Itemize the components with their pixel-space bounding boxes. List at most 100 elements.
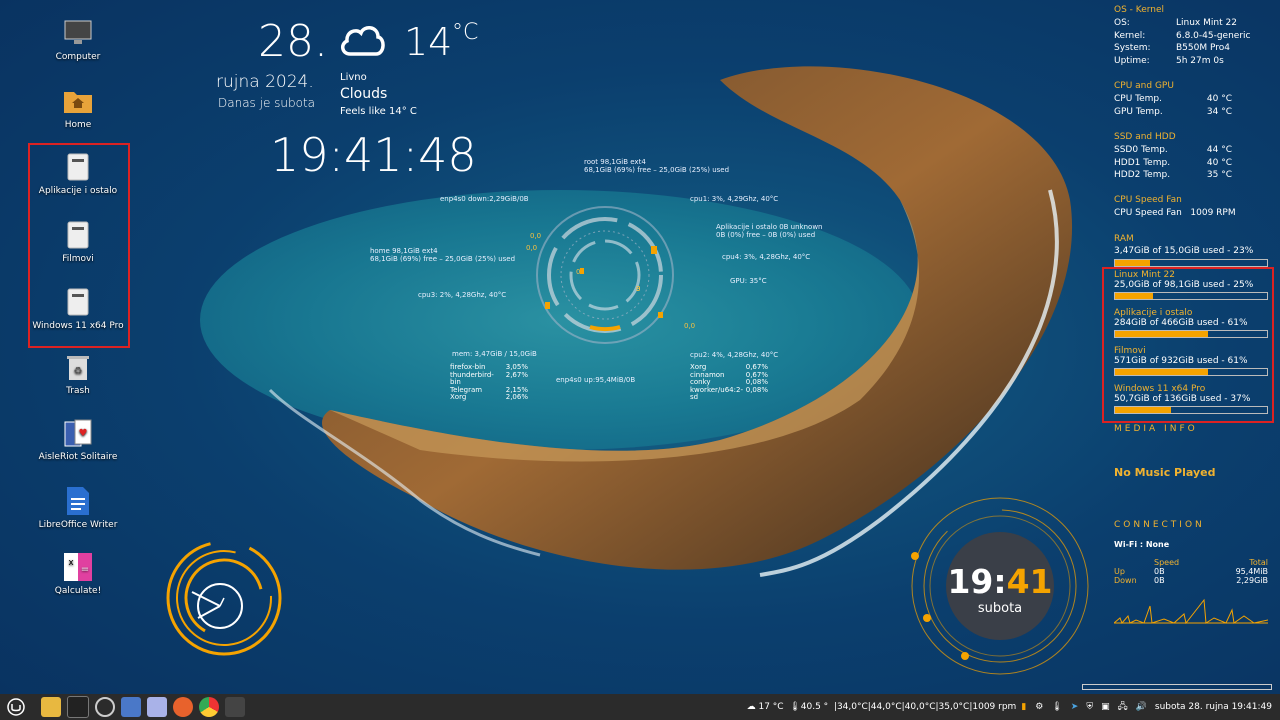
ssd-row: HDD2 Temp. 35 °C xyxy=(1114,170,1232,181)
cpu-row: CPU Temp. 40 °C xyxy=(1114,94,1232,104)
cloud-icon xyxy=(338,22,386,58)
firefox-icon[interactable] xyxy=(173,697,193,717)
taskbar-clock[interactable]: subota 28. rujna 19:41:49 xyxy=(1155,702,1272,712)
desktop-icon-label: LibreOffice Writer xyxy=(38,520,118,530)
files-icon[interactable] xyxy=(41,697,61,717)
tray-app-icon[interactable]: ▮ xyxy=(1021,702,1026,712)
computer-icon xyxy=(63,18,93,48)
wifi-status: Wi-Fi : None xyxy=(1114,540,1170,549)
desktop-icon-computer[interactable]: Computer xyxy=(30,18,126,62)
ssd-heading: SSD and HDD xyxy=(1114,132,1176,142)
system-ring-gauge xyxy=(536,206,674,344)
svg-text:=: = xyxy=(81,564,89,575)
process-row: Xorg 2,06% xyxy=(450,393,528,401)
tray-settings-icon[interactable]: ⚙ xyxy=(1035,702,1043,712)
os-row: System: B550M Pro4 xyxy=(1114,43,1230,54)
cpu2-label: cpu2: 4%, 4,28Ghz, 40°C xyxy=(690,351,779,359)
terminal-icon[interactable] xyxy=(67,696,89,718)
process-row: thunderbird-bin 2,67% xyxy=(450,370,528,386)
telegram-icon[interactable]: ➤ xyxy=(1071,702,1079,712)
net-down-label: enp4s0 down:2,29GiB/0B xyxy=(440,195,529,203)
cpu4-label: cpu4: 3%, 4,28Ghz, 40°C xyxy=(722,253,811,261)
ring-small-value: 0,0 xyxy=(530,232,542,240)
notes-icon[interactable] xyxy=(147,697,167,717)
taskbar: ☁ 17 °C 🌡 40.5 ° |34,0°C|44,0°C|40,0°C|35… xyxy=(0,694,1280,720)
menu-button[interactable] xyxy=(6,697,26,717)
mem-label: mem: 3,47GiB / 15,0GiB xyxy=(452,350,537,358)
weather-feels: Feels like 14° C xyxy=(340,106,417,117)
os-row: OS: Linux Mint 22 xyxy=(1114,18,1237,28)
date-today: Danas je subota xyxy=(218,96,316,110)
active-app-icon[interactable] xyxy=(225,697,245,717)
big-clock-hours: 19 xyxy=(947,562,994,601)
chrome-icon[interactable] xyxy=(199,697,219,717)
trash-icon: ♻ xyxy=(63,352,93,382)
ring-small-value: 0,0 xyxy=(526,244,538,252)
desktop-icon-label: Computer xyxy=(55,52,101,62)
cards-icon: ♥ xyxy=(63,418,93,448)
selection-box-drives xyxy=(28,143,130,348)
ring-small-value: 0,0 xyxy=(684,322,696,330)
media-status: No Music Played xyxy=(1114,466,1216,479)
tray-temp[interactable]: 40.5 ° xyxy=(801,702,828,712)
calculator-icon: x = xyxy=(63,552,93,582)
selection-box-disks xyxy=(1102,267,1274,423)
weather-unit: °C xyxy=(452,20,479,45)
desktop-icon-home[interactable]: Home xyxy=(30,86,126,130)
analog-clock xyxy=(166,540,282,656)
os-row: Uptime: 5h 27m 0s xyxy=(1114,56,1224,67)
tray-sensors[interactable]: |34,0°C|44,0°C|40,0°C|35,0°C| xyxy=(834,702,972,712)
desktop-icon-aisleriot-solitaire[interactable]: ♥ AisleRiot Solitaire xyxy=(30,418,126,462)
mail-icon[interactable] xyxy=(121,697,141,717)
cpu-row: GPU Temp. 34 °C xyxy=(1114,106,1232,117)
cpu3-label: cpu3: 2%, 4,28Ghz, 40°C xyxy=(418,291,507,299)
tray-thermometer-icon[interactable]: 🌡 xyxy=(1051,702,1062,712)
writer-icon xyxy=(63,486,93,516)
desktop-icon-label: AisleRiot Solitaire xyxy=(38,452,118,462)
system-monitor-icon[interactable] xyxy=(95,697,115,717)
os-rows: OS: Linux Mint 22 Kernel: 6.8.0-45-generic S… xyxy=(1114,17,1251,68)
desktop-icon-label: Qalculate! xyxy=(54,586,102,596)
desktop-icon-qalculate-[interactable]: x = Qalculate! xyxy=(30,552,126,596)
weather-condition: Clouds xyxy=(340,86,388,102)
network-icon[interactable]: 🖧 xyxy=(1118,699,1128,715)
date-month-year: rujna 2024. xyxy=(216,72,314,92)
home-folder-icon xyxy=(63,86,93,116)
ram-bar xyxy=(1114,259,1268,267)
volume-icon[interactable]: 🔊 xyxy=(1136,702,1147,712)
tray-temp-icon: 🌡 xyxy=(789,702,801,712)
tray-weather-icon: ☁ xyxy=(746,702,756,712)
os-heading: OS - Kernel xyxy=(1114,5,1165,15)
gpu-label: GPU: 35°C xyxy=(730,277,767,285)
root-disk-label: root 98,1GiB ext4 xyxy=(584,158,646,166)
taskbar-hint-bar xyxy=(1082,684,1272,690)
ssd-row: SSD0 Temp. 44 °C xyxy=(1114,145,1232,155)
process-list-left: firefox-bin 3,05% thunderbird-bin 2,67% Tele… xyxy=(450,363,528,402)
net-up-label: enp4s0 up:95,4MiB/0B xyxy=(556,376,636,384)
ssd-row: HDD1 Temp. 40 °C xyxy=(1114,157,1232,168)
cpu-rows: CPU Temp. 40 °C GPU Temp. 34 °C xyxy=(1114,93,1232,118)
big-clock-minutes: 41 xyxy=(1006,562,1053,601)
weather-temp: 14 xyxy=(404,20,453,64)
tray-weather[interactable]: 17 °C xyxy=(758,702,783,712)
update-icon[interactable]: ▣ xyxy=(1101,702,1110,712)
ring-small-value: 3 xyxy=(636,285,641,293)
desktop-icon-libreoffice-writer[interactable]: LibreOffice Writer xyxy=(30,486,126,530)
home-disk-label: home 98,1GiB ext4 xyxy=(370,247,438,255)
date-day: 28. xyxy=(258,16,328,67)
big-clock-day: subota xyxy=(977,601,1023,616)
ssd-rows: SSD0 Temp. 44 °C HDD1 Temp. 40 °C HDD2 Temp.… xyxy=(1114,144,1232,182)
svg-text:♻: ♻ xyxy=(74,366,83,377)
tray-rpm[interactable]: 1009 rpm xyxy=(972,702,1016,712)
apps-disk-label: Aplikacije i ostalo 0B unknown xyxy=(716,223,823,231)
home-disk-use: 68,1GiB (69%) free – 25,0GiB (25%) used xyxy=(370,255,516,263)
process-row: kworker/u64:2-sd 0,08% xyxy=(690,385,768,401)
fan-row: CPU Speed Fan 1009 RPM xyxy=(1114,208,1236,218)
shield-icon[interactable]: ⛨ xyxy=(1086,702,1093,712)
desktop-icon-trash[interactable]: ♻ Trash xyxy=(30,352,126,396)
ram-heading: RAM xyxy=(1114,234,1134,244)
os-row: Kernel: 6.8.0-45-generic xyxy=(1114,30,1251,41)
big-clock: 19:41 subota xyxy=(946,532,1054,640)
ring-small-value: 0 xyxy=(576,268,581,276)
fan-heading: CPU Speed Fan xyxy=(1114,195,1182,205)
